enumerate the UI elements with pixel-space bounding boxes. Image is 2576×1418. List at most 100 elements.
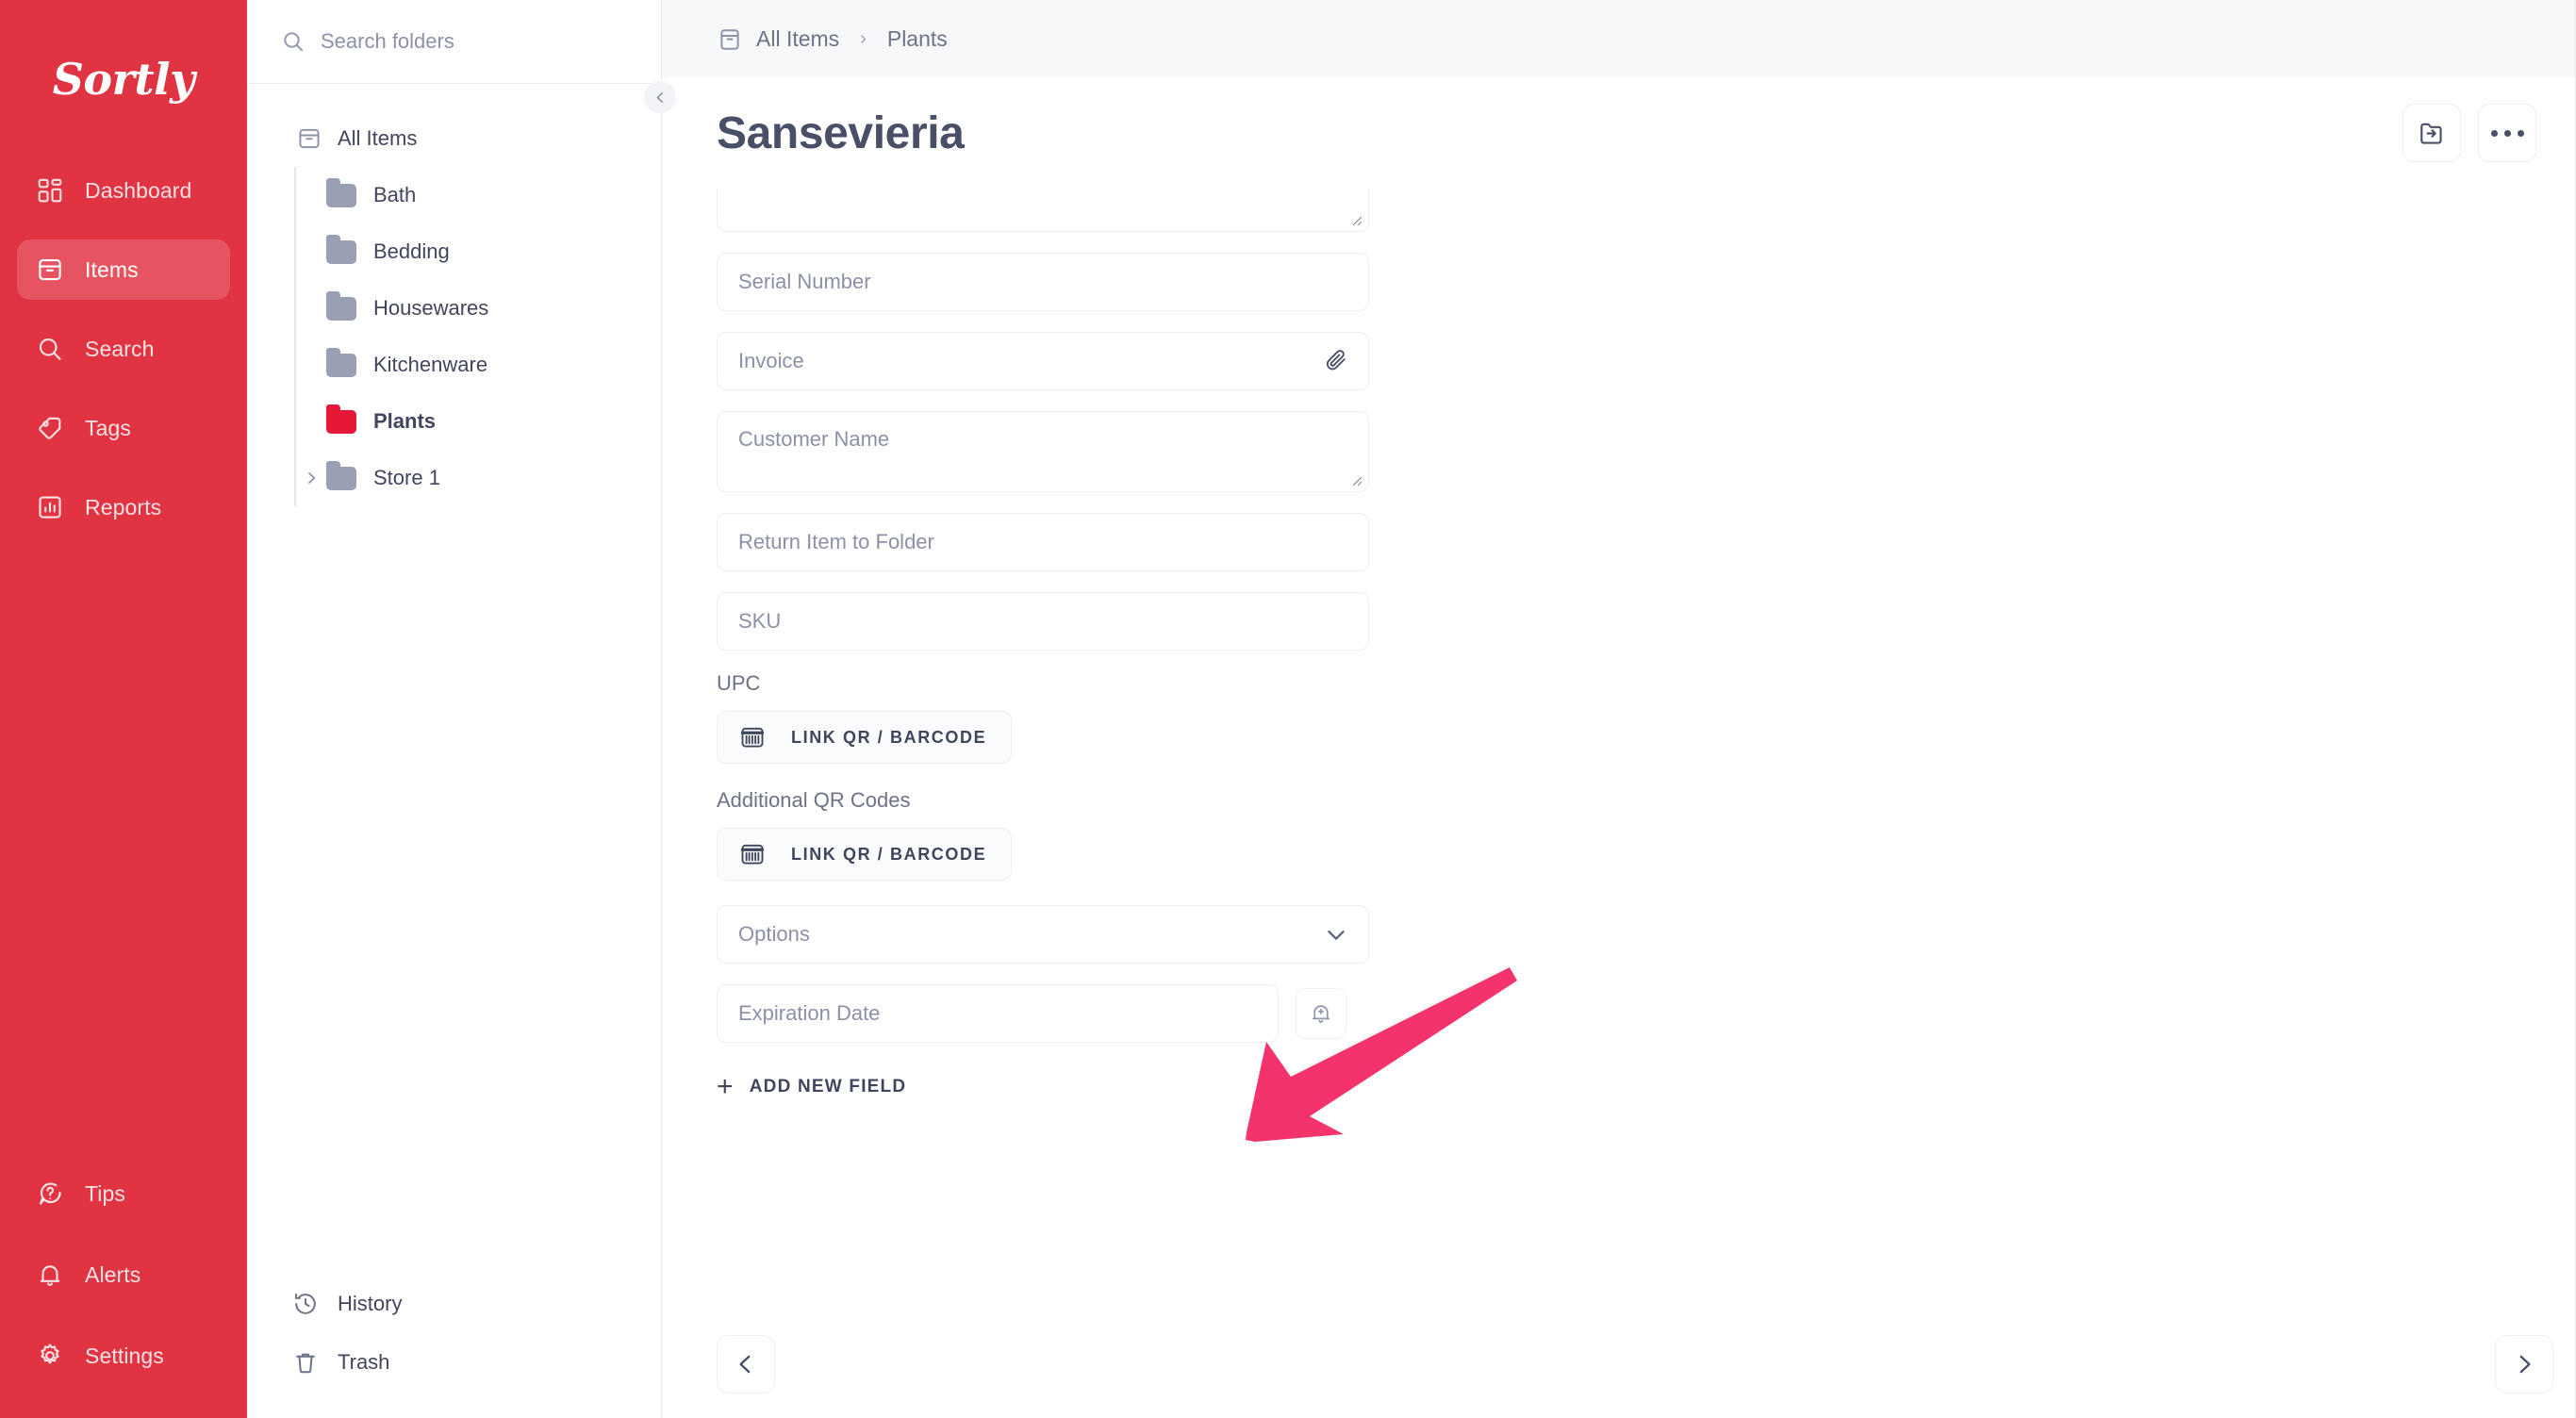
sortly-logo[interactable]: Sortly — [0, 0, 247, 141]
invoice-field[interactable]: Invoice — [717, 332, 1369, 390]
folder-icon — [326, 290, 356, 321]
item-detail-form-scroll: Serial Number Invoice Customer Name Retu… — [662, 189, 2576, 1418]
tree-item-label: Store 1 — [373, 466, 440, 489]
paperclip-icon[interactable] — [1323, 348, 1349, 374]
sidebar-item-label: Alerts — [85, 1261, 141, 1287]
next-item-button[interactable] — [2495, 1335, 2553, 1393]
customer-name-field[interactable]: Customer Name — [717, 411, 1369, 492]
return-item-to-folder-field[interactable]: Return Item to Folder — [717, 513, 1369, 571]
tree-item-kitchenware[interactable]: Kitchenware — [247, 337, 661, 393]
previous-item-button[interactable] — [717, 1335, 775, 1393]
rail-nav-list: Dashboard Items Search Tags Reports — [0, 160, 247, 556]
field-placeholder: Expiration Date — [738, 1001, 881, 1025]
reports-icon — [36, 493, 64, 521]
chevron-right-icon — [2512, 1352, 2536, 1377]
sidebar-item-items[interactable]: Items — [17, 239, 230, 300]
sidebar-item-settings[interactable]: Settings — [17, 1326, 230, 1386]
question-bubble-icon — [36, 1179, 64, 1208]
breadcrumb-item-plants[interactable]: Plants — [887, 26, 948, 52]
dashboard-icon — [36, 176, 64, 205]
tree-item-all-items[interactable]: All Items — [247, 110, 661, 167]
barcode-icon — [738, 840, 767, 868]
box-icon — [296, 125, 322, 152]
folder-tree: All Items Bath Bedding Housewares Kitche… — [247, 84, 661, 506]
ellipsis-icon — [2490, 129, 2524, 137]
expiration-date-field[interactable]: Expiration Date — [717, 984, 1279, 1043]
bell-plus-icon — [1308, 1000, 1334, 1027]
trash-link[interactable]: Trash — [247, 1333, 661, 1392]
tree-item-store-1[interactable]: Store 1 — [247, 450, 661, 506]
brand-text: Sortly — [52, 54, 195, 105]
barcode-icon — [738, 723, 767, 751]
folder-search-bar[interactable] — [247, 0, 661, 83]
breadcrumb: All Items › Plants — [662, 0, 2576, 77]
collapse-panel-button[interactable] — [644, 81, 676, 113]
field-placeholder: Serial Number — [738, 270, 871, 293]
notes-field[interactable] — [717, 189, 1369, 232]
field-placeholder: Options — [738, 922, 810, 946]
sidebar-item-tips[interactable]: Tips — [17, 1163, 230, 1224]
sidebar-item-label: Tips — [85, 1180, 125, 1206]
app-root: Sortly Dashboard Items Search Tags Repor… — [0, 0, 2576, 1418]
folder-icon — [326, 404, 356, 434]
folder-icon — [326, 177, 356, 207]
rail-bottom-nav: Tips Alerts Settings — [0, 1163, 247, 1418]
chevron-right-icon[interactable] — [296, 463, 326, 493]
item-pager — [662, 1335, 2576, 1393]
expiration-alert-button[interactable] — [1296, 988, 1346, 1039]
sidebar-item-label: Settings — [85, 1343, 164, 1368]
tree-item-bedding[interactable]: Bedding — [247, 223, 661, 280]
additional-qr-codes-label: Additional QR Codes — [717, 788, 911, 812]
folder-arrow-icon — [2418, 119, 2446, 147]
more-options-button[interactable] — [2478, 104, 2536, 162]
box-icon — [36, 256, 64, 284]
search-input[interactable] — [321, 29, 633, 54]
tree-item-plants[interactable]: Plants — [247, 393, 661, 450]
tree-item-label: Housewares — [373, 296, 489, 320]
tag-icon — [36, 414, 64, 442]
tree-item-label: Plants — [373, 409, 437, 433]
primary-nav-rail: Sortly Dashboard Items Search Tags Repor… — [0, 0, 247, 1418]
sidebar-item-tags[interactable]: Tags — [17, 398, 230, 458]
sidebar-item-label: Search — [85, 336, 155, 361]
breadcrumb-item-all-items[interactable]: All Items — [756, 26, 839, 52]
box-icon — [717, 26, 741, 51]
page-header: Sansevieria — [662, 77, 2576, 189]
tree-item-label: Kitchenware — [373, 353, 488, 376]
upc-link-qr-barcode-button[interactable]: LINK QR / BARCODE — [717, 711, 1013, 764]
move-to-folder-button[interactable] — [2403, 104, 2461, 162]
serial-number-field[interactable]: Serial Number — [717, 253, 1369, 311]
sidebar-item-alerts[interactable]: Alerts — [17, 1245, 230, 1305]
folder-panel-footer: History Trash — [247, 1275, 661, 1418]
page-title: Sansevieria — [717, 107, 965, 158]
sku-field[interactable]: SKU — [717, 592, 1369, 651]
add-new-field-label: ADD NEW FIELD — [749, 1077, 907, 1096]
add-new-field-button[interactable]: + ADD NEW FIELD — [717, 1073, 906, 1101]
resize-grip-icon — [1347, 471, 1362, 486]
trash-label: Trash — [338, 1350, 390, 1374]
options-dropdown[interactable]: Options — [717, 905, 1369, 964]
history-link[interactable]: History — [247, 1275, 661, 1333]
sidebar-item-reports[interactable]: Reports — [17, 477, 230, 537]
search-icon — [281, 29, 305, 54]
breadcrumb-separator: › — [860, 27, 867, 49]
field-placeholder: Customer Name — [738, 427, 890, 451]
trash-icon — [292, 1349, 319, 1376]
sidebar-item-dashboard[interactable]: Dashboard — [17, 160, 230, 221]
chevron-down-icon — [1323, 921, 1349, 948]
field-placeholder: Return Item to Folder — [738, 530, 934, 553]
sidebar-item-label: Dashboard — [85, 177, 192, 203]
history-icon — [292, 1291, 319, 1317]
expiration-date-row: Expiration Date — [717, 984, 1369, 1043]
sidebar-item-label: Reports — [85, 494, 162, 519]
tree-item-bath[interactable]: Bath — [247, 167, 661, 223]
tree-item-label: Bedding — [373, 239, 450, 263]
tree-item-housewares[interactable]: Housewares — [247, 280, 661, 337]
sidebar-item-search[interactable]: Search — [17, 319, 230, 379]
additional-qr-link-qr-barcode-button[interactable]: LINK QR / BARCODE — [717, 828, 1013, 881]
button-label: LINK QR / BARCODE — [791, 844, 987, 864]
resize-grip-icon — [1347, 211, 1362, 226]
tree-item-label: All Items — [338, 126, 418, 150]
field-placeholder: SKU — [738, 609, 782, 633]
sidebar-item-label: Tags — [85, 415, 131, 440]
